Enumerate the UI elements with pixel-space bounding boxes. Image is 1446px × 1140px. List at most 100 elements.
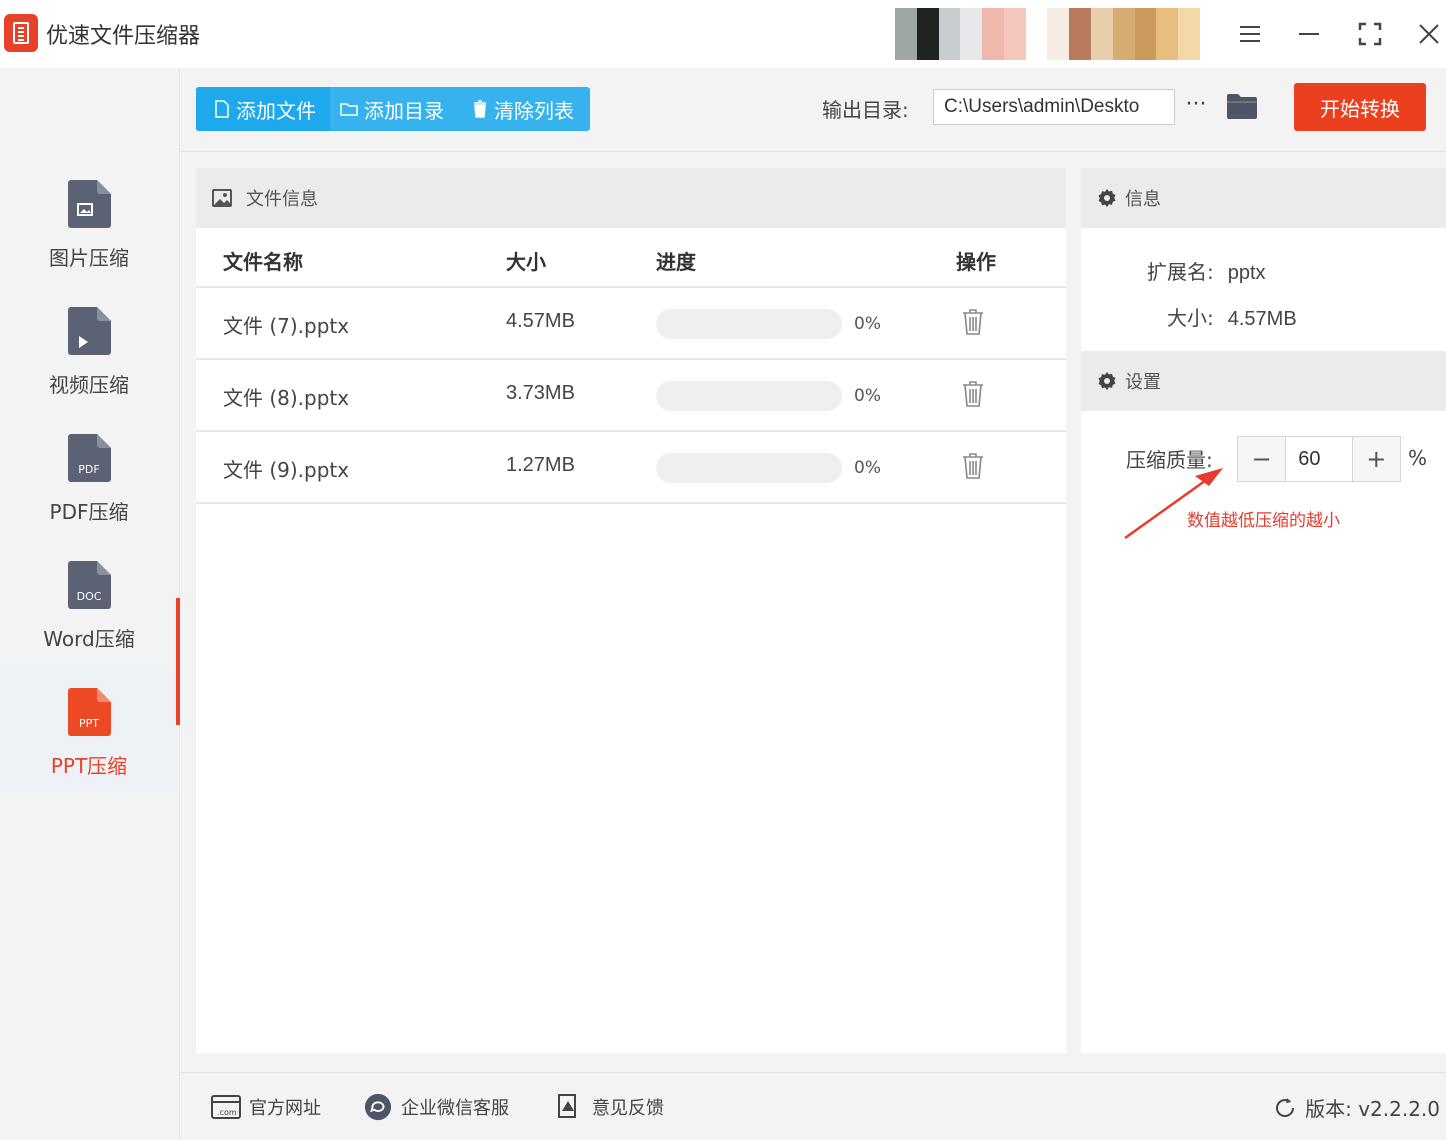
settings-title: 设置 xyxy=(1125,372,1161,393)
ppt-file-icon: PPT xyxy=(67,688,111,736)
column-header-action: 操作 xyxy=(956,250,996,274)
table-row[interactable]: 文件 (9).pptx 1.27MB 0% xyxy=(196,432,1066,504)
sidebar-item-label: PDF压缩 xyxy=(49,500,129,524)
sidebar-item-label: 图片压缩 xyxy=(49,246,129,270)
table-row[interactable]: 文件 (7).pptx 4.57MB 0% xyxy=(196,288,1066,360)
wechat-icon xyxy=(364,1093,392,1121)
quality-annotation: 数值越低压缩的越小 xyxy=(1187,511,1340,531)
blurred-user-info xyxy=(895,8,1200,60)
image-file-icon xyxy=(67,180,111,228)
pdf-file-icon: PDF xyxy=(67,434,111,482)
progress-percent: 0% xyxy=(854,314,881,334)
output-directory-field[interactable]: C:\Users\admin\Deskto xyxy=(933,89,1175,125)
column-header-progress: 进度 xyxy=(656,250,696,274)
add-file-label: 添加文件 xyxy=(236,98,316,123)
toolbar: 添加文件 添加目录 清除列表 输出目录: C:\Users\admin\Desk… xyxy=(180,68,1446,152)
sidebar-item-label: PPT压缩 xyxy=(50,754,128,778)
website-label: 官方网址 xyxy=(249,1098,321,1119)
sidebar-item-label: 视频压缩 xyxy=(49,373,129,397)
clear-list-label: 清除列表 xyxy=(494,98,574,123)
feedback-icon xyxy=(558,1094,576,1118)
sidebar: 图片压缩 视频压缩 PDF PDF压缩 DOC Word压缩 PPT PPT压缩 xyxy=(0,68,180,1140)
table-header: 文件名称 大小 进度 操作 xyxy=(196,228,1066,288)
file-name: 文件 (7).pptx xyxy=(223,314,350,338)
file-info-panel: 文件信息 文件名称 大小 进度 操作 文件 (7).pptx 4.57MB 0%… xyxy=(196,168,1066,1053)
quality-increase-button[interactable]: + xyxy=(1352,437,1400,481)
quality-input[interactable]: 60 xyxy=(1285,437,1353,481)
file-type-tag: PDF xyxy=(78,463,100,476)
version-label: 版本: v2.2.2.0 xyxy=(1305,1097,1440,1121)
sidebar-item-pdf[interactable]: PDF PDF压缩 xyxy=(0,420,178,547)
size-value: 4.57MB xyxy=(1227,308,1297,330)
add-directory-label: 添加目录 xyxy=(364,98,444,123)
svg-text:.com: .com xyxy=(217,1108,237,1117)
file-size: 3.73MB xyxy=(506,382,575,404)
size-row: 大小: 4.57MB xyxy=(1167,302,1297,331)
delete-icon[interactable] xyxy=(962,308,984,336)
app-logo-icon xyxy=(4,14,38,52)
quality-unit: % xyxy=(1408,446,1428,470)
file-size: 1.27MB xyxy=(506,454,575,476)
gear-icon xyxy=(1098,372,1116,390)
title-bar: 优速文件压缩器 xyxy=(0,0,1446,68)
version-info[interactable]: 版本: v2.2.2.0 xyxy=(1273,1093,1440,1122)
delete-icon[interactable] xyxy=(962,452,984,480)
file-name: 文件 (9).pptx xyxy=(223,458,350,482)
settings-header: 设置 xyxy=(1081,351,1446,411)
wechat-service-label: 企业微信客服 xyxy=(401,1098,509,1119)
sidebar-active-indicator xyxy=(176,598,180,725)
progress-bar xyxy=(656,309,842,339)
video-file-icon xyxy=(67,307,111,355)
maximize-icon[interactable] xyxy=(1352,16,1388,52)
progress-percent: 0% xyxy=(854,458,881,478)
extension-label: 扩展名: xyxy=(1147,260,1214,284)
clear-list-button[interactable]: 清除列表 xyxy=(460,87,590,131)
file-icon xyxy=(215,100,229,118)
file-type-tag: DOC xyxy=(76,590,102,603)
extension-value: pptx xyxy=(1227,262,1266,284)
menu-icon[interactable] xyxy=(1232,16,1268,52)
progress-percent: 0% xyxy=(854,386,881,406)
feedback-label: 意见反馈 xyxy=(592,1098,664,1119)
quality-decrease-button[interactable]: − xyxy=(1238,437,1286,481)
file-button-group: 添加文件 添加目录 清除列表 xyxy=(196,87,590,131)
details-panel: 信息 扩展名: pptx 大小: 4.57MB 设置 压缩质量: − 60 + % … xyxy=(1081,168,1446,1053)
start-conversion-button[interactable]: 开始转换 xyxy=(1294,83,1426,131)
sidebar-item-label: Word压缩 xyxy=(43,627,135,651)
info-header: 信息 xyxy=(1081,168,1446,228)
sidebar-item-ppt[interactable]: PPT PPT压缩 xyxy=(0,666,178,793)
refresh-icon xyxy=(1276,1097,1295,1117)
folder-outline-icon xyxy=(340,103,358,116)
file-info-title: 文件信息 xyxy=(246,189,318,210)
feedback-link[interactable]: 意见反馈 xyxy=(554,1093,664,1121)
size-label: 大小: xyxy=(1167,306,1214,330)
wechat-service-link[interactable]: 企业微信客服 xyxy=(363,1093,509,1121)
word-file-icon: DOC xyxy=(67,561,111,609)
app-window: 优速文件压缩器 图片压缩 视频压缩 PDF PDF压缩 DOC Word压缩 P… xyxy=(0,0,1446,1140)
quality-stepper: − 60 + xyxy=(1237,436,1401,482)
column-header-name: 文件名称 xyxy=(223,250,303,274)
delete-icon[interactable] xyxy=(962,380,984,408)
add-file-button[interactable]: 添加文件 xyxy=(196,87,330,131)
file-name: 文件 (8).pptx xyxy=(223,386,350,410)
progress-bar xyxy=(656,381,842,411)
sidebar-item-word[interactable]: DOC Word压缩 xyxy=(0,547,178,674)
browse-more-button[interactable]: ··· xyxy=(1183,90,1209,120)
website-link[interactable]: .com 官方网址 xyxy=(211,1093,321,1121)
close-icon[interactable] xyxy=(1411,16,1446,52)
minimize-icon[interactable] xyxy=(1291,16,1327,52)
image-icon xyxy=(212,189,232,207)
sidebar-item-image[interactable]: 图片压缩 xyxy=(0,166,178,293)
file-info-header: 文件信息 xyxy=(196,168,1066,228)
sidebar-item-video[interactable]: 视频压缩 xyxy=(0,293,178,420)
column-header-size: 大小 xyxy=(506,250,546,274)
table-row[interactable]: 文件 (8).pptx 3.73MB 0% xyxy=(196,360,1066,432)
trash-small-icon xyxy=(474,100,486,118)
open-folder-icon[interactable] xyxy=(1226,92,1258,120)
website-icon: .com xyxy=(211,1095,241,1119)
info-title: 信息 xyxy=(1125,189,1161,210)
extension-row: 扩展名: pptx xyxy=(1147,256,1266,285)
file-type-tag: PPT xyxy=(79,717,99,730)
add-directory-button[interactable]: 添加目录 xyxy=(330,87,460,131)
app-title: 优速文件压缩器 xyxy=(46,24,201,49)
